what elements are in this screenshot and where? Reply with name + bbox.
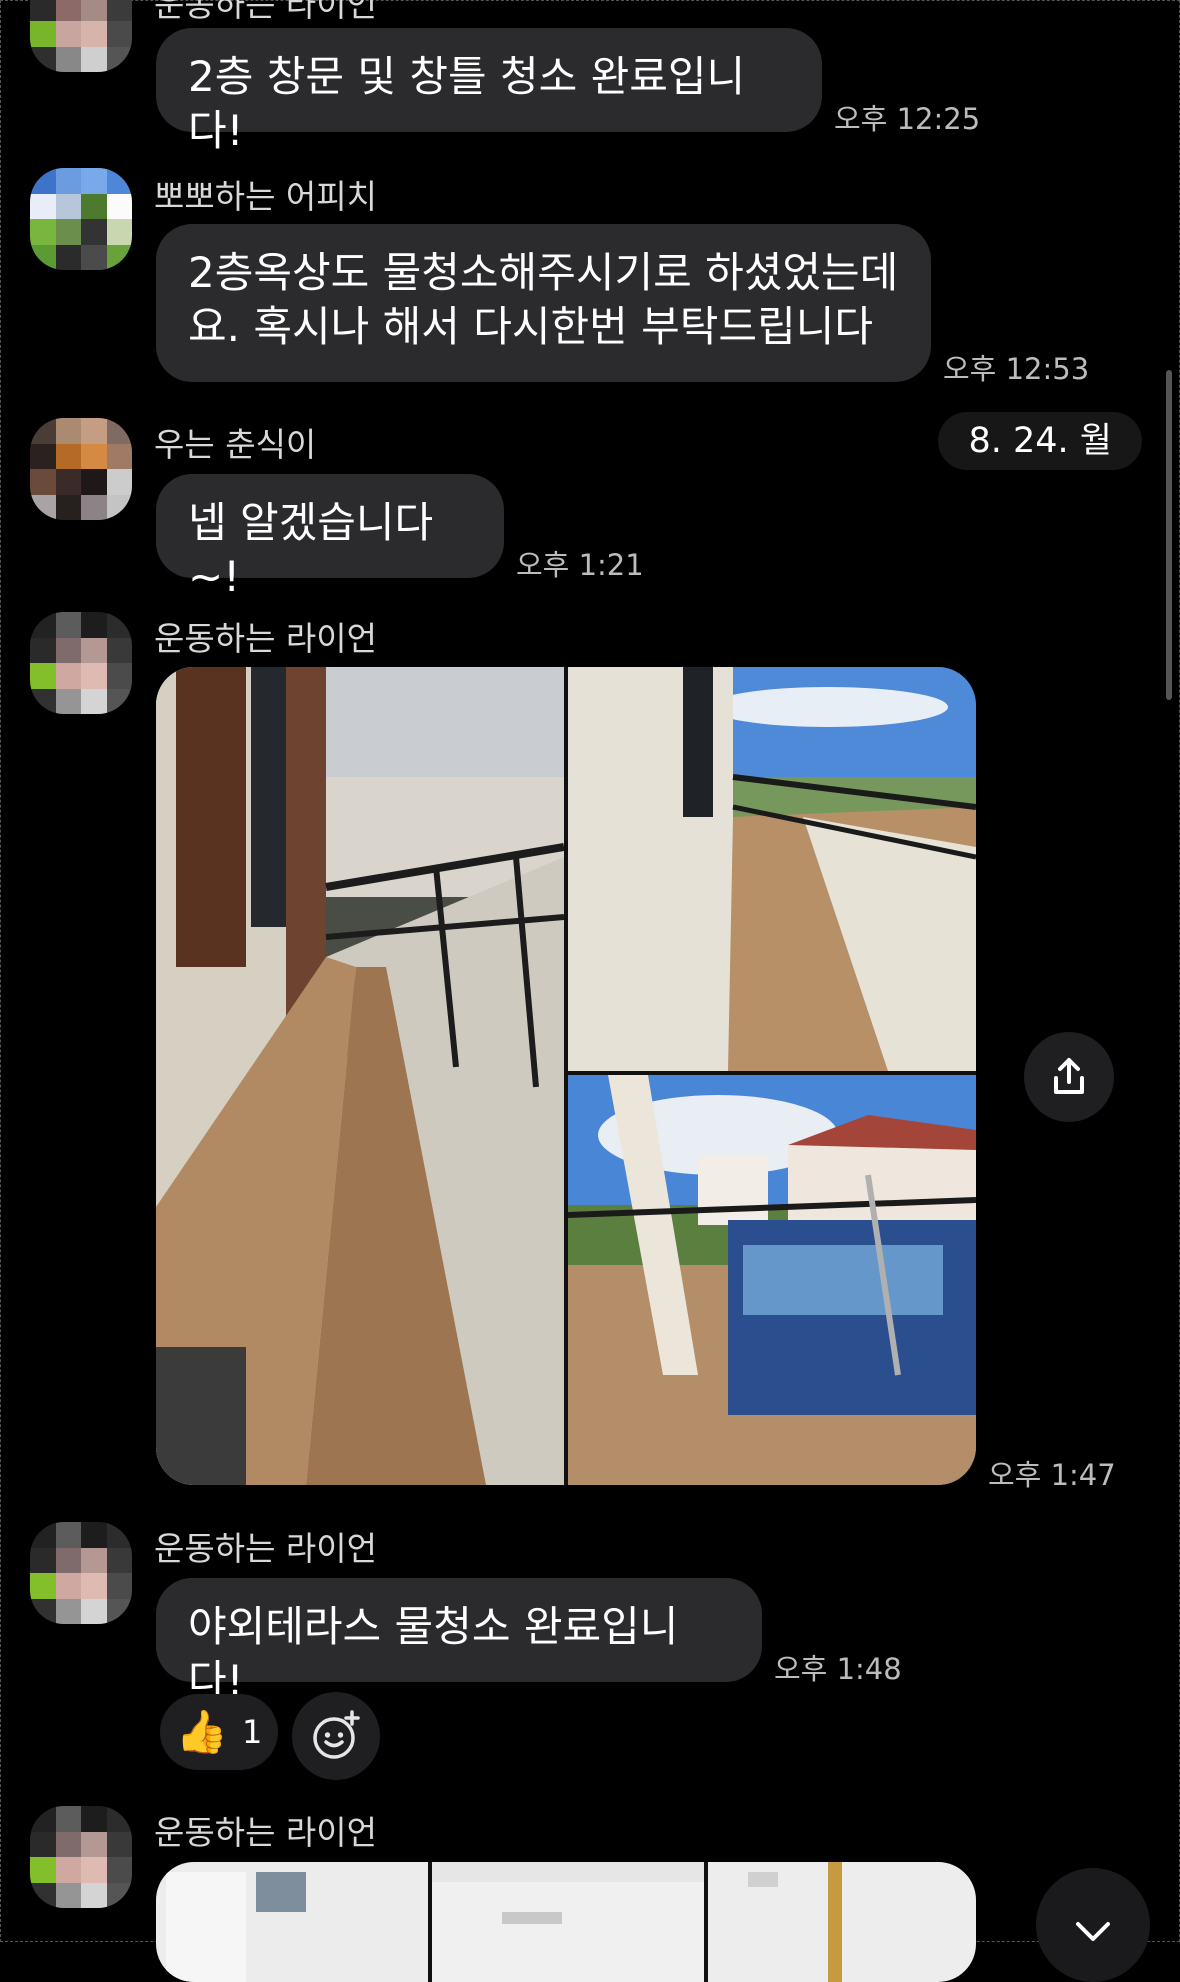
add-reaction-button[interactable]: [292, 1692, 380, 1780]
sender-name: 운동하는 라이언: [154, 1529, 378, 1568]
message-text-line: 요. 혹시나 해서 다시한번 부탁드립니다: [188, 302, 873, 351]
scrollbar[interactable]: [1166, 370, 1172, 700]
reaction-count: 1: [241, 1713, 263, 1751]
bathroom-photo[interactable]: [156, 1862, 428, 1982]
sender-name: 운동하는 라이언: [154, 1813, 378, 1852]
sender-name: 뽀뽀하는 어피치: [154, 177, 378, 216]
avatar[interactable]: [30, 1806, 132, 1908]
message-bubble[interactable]: 야외테라스 물청소 완료입니다!: [156, 1578, 762, 1705]
message-time: 오후 1:47: [988, 1458, 1116, 1492]
date-divider: 8. 24. 월: [938, 412, 1142, 470]
terrace-photo[interactable]: [568, 667, 976, 1071]
scroll-down-button[interactable]: [1036, 1868, 1150, 1982]
message-text-line: 2층옥상도 물청소해주시기로 하셨었는데: [188, 248, 899, 297]
message-time: 오후 12:53: [943, 352, 1090, 386]
sender-name: 운동하는 라이언: [154, 619, 378, 658]
avatar[interactable]: [30, 1522, 132, 1624]
message-time: 오후 1:48: [774, 1652, 902, 1686]
reaction-thumbs-up[interactable]: 👍 1: [160, 1694, 278, 1770]
photo-grid[interactable]: [156, 667, 976, 1485]
pool-terrace-photo[interactable]: [568, 1075, 976, 1485]
sender-name: 우는 춘식이: [154, 425, 317, 464]
avatar[interactable]: [30, 168, 132, 270]
sender-name: 운동하는 라이언: [154, 0, 378, 24]
add-reaction-icon: [313, 1710, 360, 1759]
message-time: 오후 12:25: [834, 102, 981, 136]
avatar[interactable]: [30, 612, 132, 714]
shower-photo[interactable]: [708, 1862, 976, 1982]
chevron-down-icon: [1076, 1922, 1110, 1941]
avatar[interactable]: [30, 0, 132, 72]
message-bubble[interactable]: 2층옥상도 물청소해주시기로 하셨었는데 요. 혹시나 해서 다시한번 부탁드립…: [156, 224, 931, 382]
thumbs-up-icon: 👍: [175, 1707, 228, 1756]
balcony-photo[interactable]: [156, 667, 564, 1485]
share-icon: [1054, 1058, 1084, 1094]
message-bubble[interactable]: 넵 알겠습니다~!: [156, 474, 504, 601]
message-bubble[interactable]: 2층 창문 및 창틀 청소 완료입니다!: [156, 28, 822, 155]
avatar[interactable]: [30, 418, 132, 520]
ceiling-photo[interactable]: [432, 1862, 704, 1982]
share-button[interactable]: [1024, 1032, 1114, 1122]
message-time: 오후 1:21: [516, 548, 644, 582]
photo-grid[interactable]: [156, 1862, 976, 1982]
